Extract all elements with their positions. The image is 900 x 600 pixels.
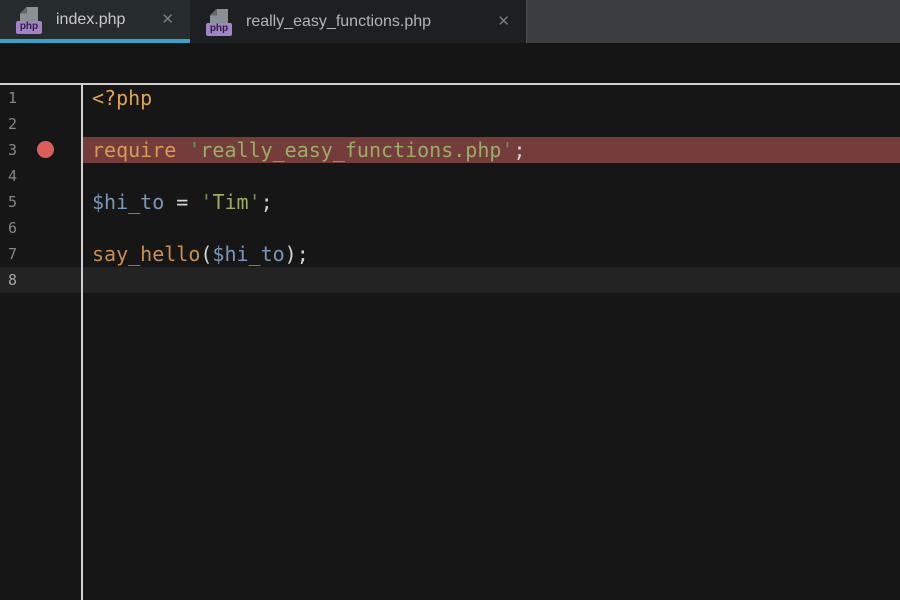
editor-top-spacer	[0, 43, 900, 85]
code-token: =	[176, 190, 189, 214]
gutter-cell	[0, 293, 83, 600]
tab-really-easy-functions-php[interactable]: php really_easy_functions.php ✕	[190, 0, 527, 43]
gutter-cell[interactable]: 8	[0, 267, 83, 293]
php-file-icon: php	[206, 8, 232, 36]
close-icon[interactable]: ✕	[497, 14, 510, 29]
code-token: say_hello	[92, 242, 201, 266]
code-line-text[interactable]	[83, 163, 900, 189]
editor-tab-bar: php index.php ✕ php really_easy_function…	[0, 0, 900, 43]
code-token: require	[92, 138, 177, 162]
editor-row: 6	[0, 215, 900, 241]
file-fold-corner	[210, 8, 217, 16]
code-line-text[interactable]	[83, 215, 900, 241]
code-token: ;	[513, 138, 526, 162]
editor-row: 1 <?php	[0, 85, 900, 111]
gutter-cell[interactable]: 2	[0, 111, 83, 137]
code-line-text[interactable]	[83, 267, 900, 293]
gutter-cell[interactable]: 1	[0, 85, 83, 111]
tab-label: index.php	[56, 10, 126, 28]
gutter-cell[interactable]: 5	[0, 189, 83, 215]
file-page-shape	[20, 6, 38, 22]
gutter-cell[interactable]: 7	[0, 241, 83, 267]
code-token: Tim	[212, 190, 249, 214]
gutter-cell[interactable]: 3	[0, 137, 83, 163]
code-token: ;	[260, 190, 273, 214]
line-number: 8	[8, 271, 18, 289]
php-badge: php	[206, 22, 232, 36]
close-icon[interactable]: ✕	[161, 12, 174, 27]
line-number: 1	[8, 89, 18, 107]
php-file-icon: php	[16, 6, 42, 34]
code-token: $hi_to	[92, 190, 165, 214]
tab-bar-empty-space	[527, 0, 900, 43]
code-token: '	[501, 138, 514, 162]
line-number: 6	[8, 219, 18, 237]
line-number: 4	[8, 167, 18, 185]
code-line-text[interactable]: <?php	[83, 85, 900, 111]
line-number: 7	[8, 245, 18, 263]
editor-row: 5 $hi_to = 'Tim';	[0, 189, 900, 215]
php-badge: php	[16, 20, 42, 34]
code-token: <?php	[92, 86, 153, 110]
code-token: $hi_to	[212, 242, 285, 266]
code-line-text[interactable]: say_hello($hi_to);	[83, 241, 900, 267]
code-token: ;	[296, 242, 309, 266]
editor-row: 8	[0, 267, 900, 293]
line-number: 3	[8, 141, 18, 159]
code-token: (	[200, 242, 213, 266]
line-number: 2	[8, 115, 18, 133]
line-number: 5	[8, 193, 18, 211]
code-line-text[interactable]: require 'really_easy_functions.php';	[83, 137, 900, 163]
code-token: )	[284, 242, 297, 266]
editor-row: 2	[0, 111, 900, 137]
gutter-cell[interactable]: 6	[0, 215, 83, 241]
code-token: really_easy_functions.php	[200, 138, 502, 162]
tab-index-php[interactable]: php index.php ✕	[0, 0, 190, 43]
gutter-cell[interactable]: 4	[0, 163, 83, 189]
file-page-shape	[210, 8, 228, 24]
editor-row: 7 say_hello($hi_to);	[0, 241, 900, 267]
code-empty-area[interactable]	[83, 293, 900, 600]
editor-row: 3 require 'really_easy_functions.php';	[0, 137, 900, 163]
code-token: '	[188, 138, 201, 162]
editor-rows: 1 <?php 2 3 require 'really_easy_functions.p…	[0, 85, 900, 293]
editor-row: 4	[0, 163, 900, 189]
ide-window: php index.php ✕ php really_easy_function…	[0, 0, 900, 600]
file-fold-corner	[20, 6, 27, 14]
code-token: '	[248, 190, 261, 214]
editor-filler	[0, 293, 900, 600]
breakpoint-icon[interactable]	[37, 141, 54, 158]
code-line-text[interactable]	[83, 111, 900, 137]
tab-label: really_easy_functions.php	[246, 12, 432, 30]
code-editor: 1 <?php 2 3 require 'really_easy_functions.p…	[0, 85, 900, 600]
code-token: '	[200, 190, 213, 214]
code-line-text[interactable]: $hi_to = 'Tim';	[83, 189, 900, 215]
